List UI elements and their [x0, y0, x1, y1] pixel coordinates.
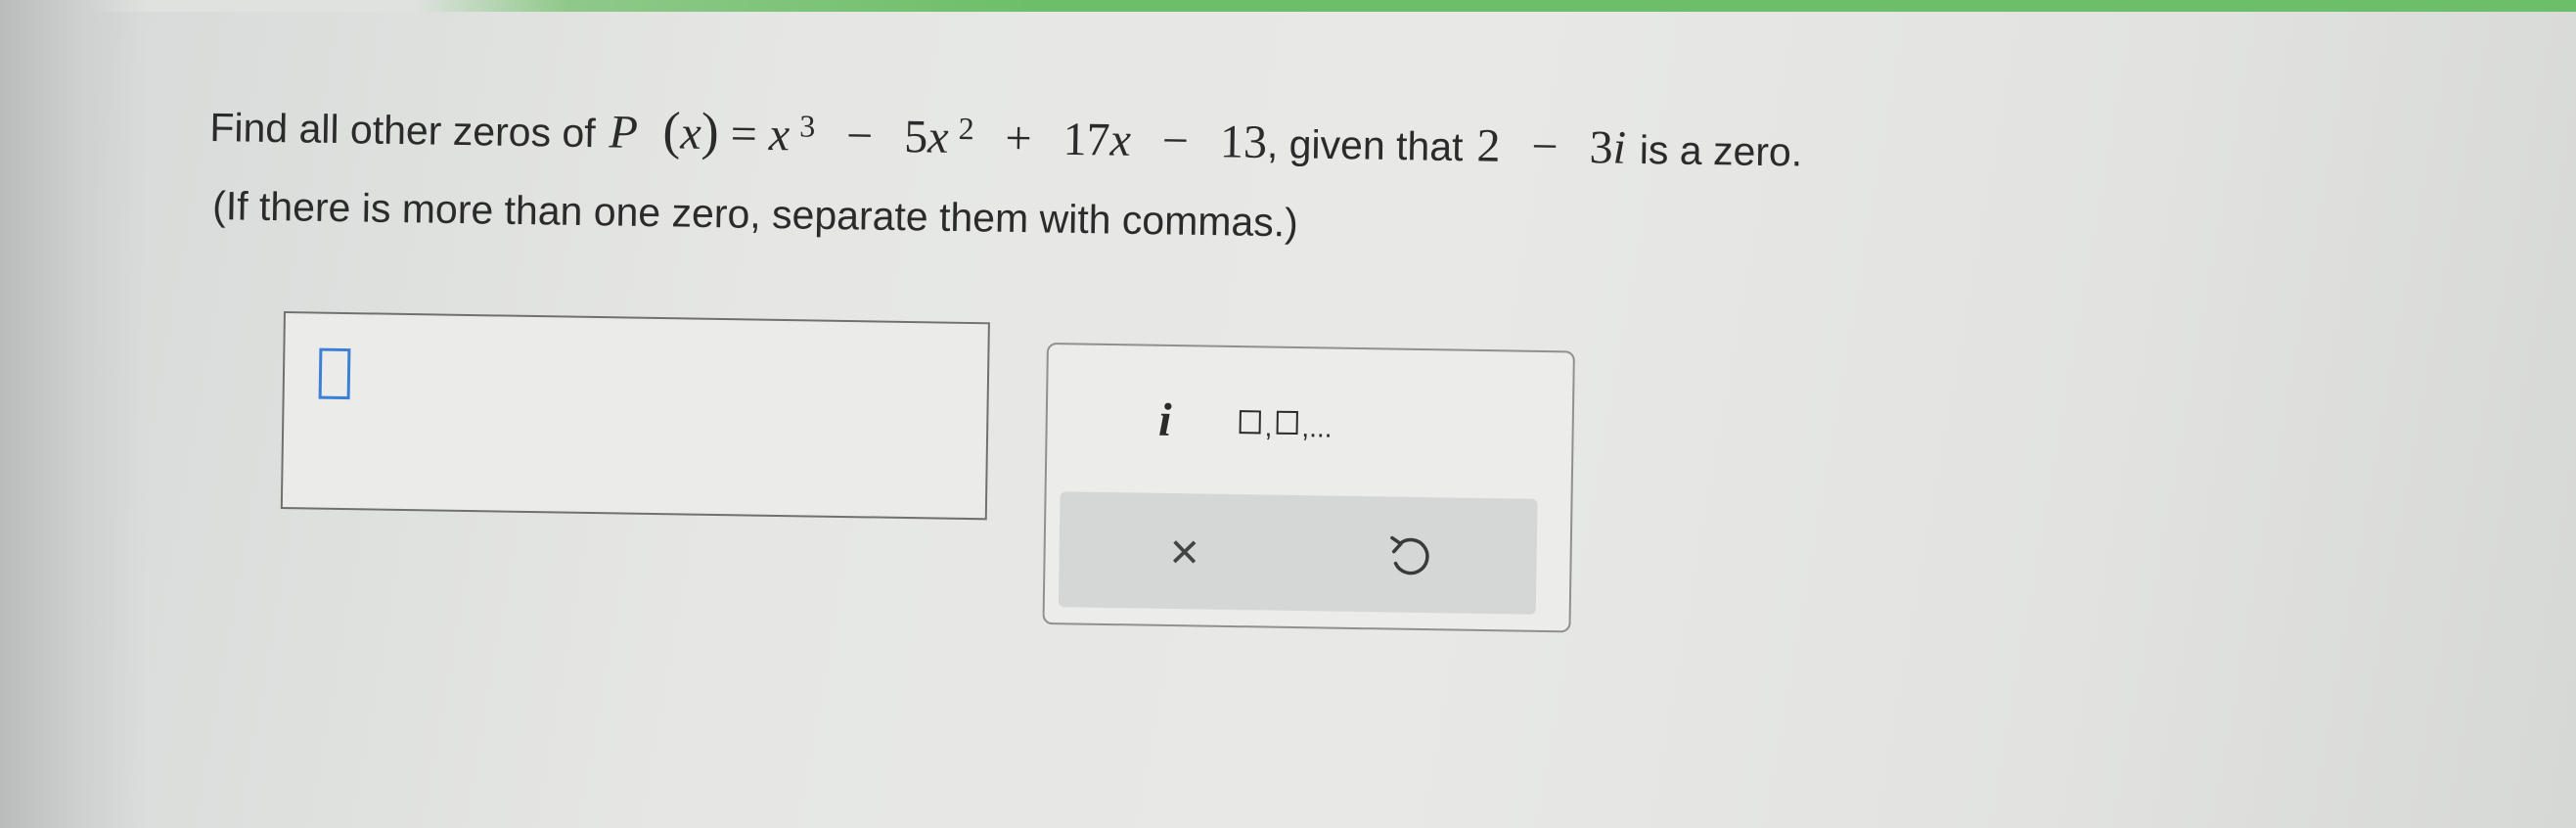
term3-coefficient: 17 [1062, 113, 1110, 166]
given-text: , given that [1266, 120, 1464, 170]
operator-2: + [1005, 112, 1033, 165]
term1-exponent: 3 [799, 108, 816, 144]
term2-exponent: 2 [958, 111, 974, 147]
operator-1: − [845, 110, 874, 162]
question-instruction: (If there is more than one zero, separat… [211, 183, 1299, 246]
question-intro: Find all other zeros of [209, 104, 597, 157]
placeholder-square-icon [1276, 410, 1298, 436]
zero-imag-unit: i [1612, 121, 1627, 174]
polynomial-expression: P (x) = x3 − 5x 2 + 17x − 13 [609, 101, 1268, 168]
placeholder-square-icon [1239, 410, 1261, 435]
math-keypad: i , ,... × [1042, 343, 1575, 633]
function-name: P [609, 106, 639, 159]
term3-variable: x [1109, 114, 1132, 166]
keypad-action-row: × [1058, 491, 1538, 615]
question-line-1: Find all other zeros of P (x) = x3 − 5x 2… [209, 93, 1803, 179]
equals-sign: = [730, 108, 758, 161]
undo-button[interactable] [1381, 529, 1437, 585]
zero-operator: − [1531, 120, 1559, 173]
list-comma: , [1264, 411, 1273, 442]
top-accent-bar [0, 0, 2576, 12]
function-variable: x [680, 107, 702, 160]
zero-real-part: 2 [1476, 119, 1501, 172]
question-text: Find all other zeros of P (x) = x3 − 5x 2… [208, 93, 1803, 254]
list-template-button[interactable]: , ,... [1239, 394, 1333, 450]
left-edge-shade [0, 0, 147, 828]
given-zero: 2 − 3i [1476, 118, 1626, 174]
clear-button[interactable]: × [1156, 524, 1212, 580]
answer-input-box[interactable] [280, 311, 990, 521]
question-tail: is a zero. [1639, 126, 1803, 175]
imaginary-unit-button[interactable]: i [1135, 392, 1195, 448]
undo-icon [1390, 535, 1429, 575]
list-ellipsis: ,... [1301, 412, 1333, 443]
term2-base: x [926, 111, 949, 163]
input-cursor-placeholder[interactable] [318, 347, 351, 400]
zero-imag-coefficient: 3 [1589, 121, 1613, 174]
term4-constant: 13 [1219, 115, 1268, 168]
operator-3: − [1161, 115, 1190, 167]
term2-coefficient: 5 [903, 111, 928, 163]
term1-base: x [768, 108, 791, 161]
